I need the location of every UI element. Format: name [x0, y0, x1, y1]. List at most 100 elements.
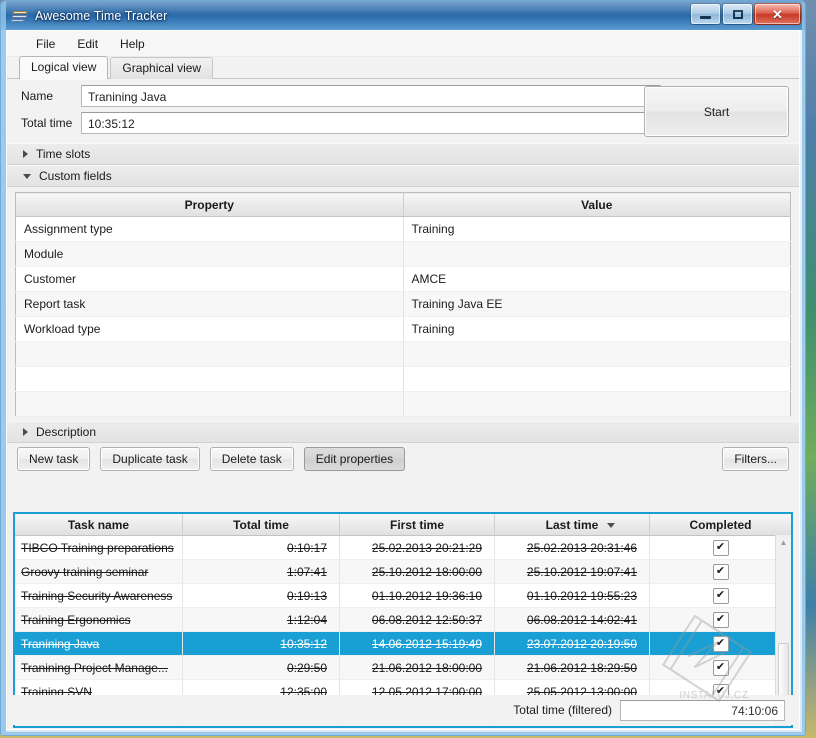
custom-fields-row[interactable]: Report task Training Java EE: [15, 291, 791, 317]
new-task-button[interactable]: New task: [17, 447, 91, 471]
cell-last-time: 06.08.2012 14:02:41: [495, 608, 650, 631]
cell-first-time: 14.06.2012 15:19:49: [340, 632, 495, 655]
name-input[interactable]: Tranining Java: [81, 85, 661, 107]
custom-field-value[interactable]: [403, 366, 791, 392]
duplicate-task-button[interactable]: Duplicate task: [100, 447, 200, 471]
cell-task-name: TIBCO Training preparations: [15, 536, 183, 559]
custom-fields-row[interactable]: Assignment type Training: [15, 216, 791, 242]
sort-descending-icon: [607, 523, 615, 528]
chevron-down-icon: [23, 173, 31, 179]
cell-completed: ✔: [650, 608, 791, 631]
edit-properties-button[interactable]: Edit properties: [303, 447, 406, 471]
custom-field-value[interactable]: AMCE: [403, 266, 791, 292]
delete-task-button[interactable]: Delete task: [209, 447, 294, 471]
cell-first-time: 25.02.2013 20:21:29: [340, 536, 495, 559]
client-area: File Edit Help Logical view Graphical vi…: [6, 30, 800, 730]
close-button[interactable]: ✕: [754, 3, 801, 25]
tab-graphical-view[interactable]: Graphical view: [110, 57, 214, 79]
custom-fields-row[interactable]: [15, 391, 791, 417]
start-button[interactable]: Start: [644, 86, 789, 137]
custom-fields-header-value[interactable]: Value: [403, 192, 791, 217]
cell-total-time: 1:12:04: [183, 608, 340, 631]
custom-field-value[interactable]: Training: [403, 316, 791, 342]
completed-checkbox[interactable]: ✔: [712, 635, 729, 652]
cell-first-time: 01.10.2012 19:36:10: [340, 584, 495, 607]
table-row[interactable]: TIBCO Training preparations 0:10:17 25.02.…: [15, 536, 791, 560]
custom-field-value[interactable]: [403, 241, 791, 267]
cell-task-name: Tranining Java: [15, 632, 183, 655]
section-custom-fields-label: Custom fields: [39, 169, 112, 183]
cell-completed: ✔: [650, 584, 791, 607]
total-time-input[interactable]: 10:35:12: [81, 112, 661, 134]
completed-checkbox[interactable]: ✔: [712, 563, 729, 580]
menu-item-file[interactable]: File: [25, 34, 66, 54]
tab-strip: Logical view Graphical view: [7, 56, 799, 79]
minimize-button[interactable]: [690, 3, 721, 25]
section-time-slots[interactable]: Time slots: [7, 143, 799, 165]
custom-field-property: Module: [15, 241, 404, 267]
section-description[interactable]: Description: [7, 421, 799, 443]
cell-total-time: 1:07:41: [183, 560, 340, 583]
task-grid-header-completed[interactable]: Completed: [650, 514, 791, 535]
custom-field-value[interactable]: Training: [403, 216, 791, 242]
menu-item-edit[interactable]: Edit: [66, 34, 109, 54]
completed-checkbox[interactable]: ✔: [712, 659, 729, 676]
cell-total-time: 0:10:17: [183, 536, 340, 559]
window-title: Awesome Time Tracker: [35, 8, 168, 23]
table-row[interactable]: Training Security Awareness 0:19:13 01.10.…: [15, 584, 791, 608]
task-grid-header-task-name[interactable]: Task name: [15, 514, 183, 535]
task-toolbar: New task Duplicate task Delete task Edit…: [7, 443, 799, 475]
task-grid-header-total-time[interactable]: Total time: [183, 514, 340, 535]
custom-fields-header-row: Property Value: [15, 192, 791, 217]
cell-total-time: 0:29:50: [183, 656, 340, 679]
cell-last-time: 21.06.2012 18:29:50: [495, 656, 650, 679]
custom-fields-row[interactable]: Workload type Training: [15, 316, 791, 342]
cell-completed: ✔: [650, 656, 791, 679]
maximize-icon: [732, 9, 743, 19]
section-time-slots-label: Time slots: [36, 147, 91, 161]
section-custom-fields[interactable]: Custom fields: [7, 165, 799, 187]
cell-last-time: 25.10.2012 19:07:41: [495, 560, 650, 583]
custom-fields-row[interactable]: Module: [15, 241, 791, 267]
cell-completed: ✔: [650, 536, 791, 559]
completed-checkbox[interactable]: ✔: [712, 587, 729, 604]
custom-field-property: [15, 341, 404, 367]
custom-field-value[interactable]: [403, 341, 791, 367]
section-description-label: Description: [36, 425, 97, 439]
custom-fields-header-property[interactable]: Property: [15, 192, 404, 217]
table-row[interactable]: Groovy training seminar 1:07:41 25.10.2012…: [15, 560, 791, 584]
table-row[interactable]: Training Ergonomics 1:12:04 06.08.2012 12:…: [15, 608, 791, 632]
maximize-button[interactable]: [722, 3, 753, 25]
custom-fields-panel: Property Value Assignment type Training Mo…: [7, 187, 799, 421]
custom-field-value[interactable]: Training Java EE: [403, 291, 791, 317]
scroll-up-icon[interactable]: ▲: [776, 535, 791, 550]
name-label: Name: [21, 89, 54, 103]
chevron-right-icon-description: [23, 428, 28, 436]
custom-fields-row[interactable]: [15, 341, 791, 367]
app-icon: [10, 9, 29, 23]
custom-fields-row[interactable]: [15, 366, 791, 392]
custom-fields-table: Property Value Assignment type Training Mo…: [15, 192, 791, 417]
custom-field-property: Workload type: [15, 316, 404, 342]
cell-completed: ✔: [650, 560, 791, 583]
title-bar[interactable]: Awesome Time Tracker ✕: [1, 1, 805, 30]
task-form: Name Tranining Java Total time 10:35:12 …: [7, 79, 799, 143]
status-bar: Total time (filtered) 74:10:06: [13, 695, 793, 725]
cell-first-time: 21.06.2012 18:00:00: [340, 656, 495, 679]
custom-field-property: Report task: [15, 291, 404, 317]
cell-first-time: 25.10.2012 18:00:00: [340, 560, 495, 583]
cell-task-name: Training Ergonomics: [15, 608, 183, 631]
filters-button[interactable]: Filters...: [722, 447, 789, 471]
custom-fields-row[interactable]: Customer AMCE: [15, 266, 791, 292]
completed-checkbox[interactable]: ✔: [712, 539, 729, 556]
table-row[interactable]: Tranining Project Manage... 0:29:50 21.06.…: [15, 656, 791, 680]
cell-total-time: 10:35:12: [183, 632, 340, 655]
task-grid-header-last-time[interactable]: Last time: [495, 514, 650, 535]
custom-field-value[interactable]: [403, 391, 791, 417]
completed-checkbox[interactable]: ✔: [712, 611, 729, 628]
task-grid-header-first-time[interactable]: First time: [340, 514, 495, 535]
menu-item-help[interactable]: Help: [109, 34, 156, 54]
table-row[interactable]: Tranining Java 10:35:12 14.06.2012 15:19:4…: [15, 632, 791, 656]
tab-logical-view[interactable]: Logical view: [19, 56, 109, 79]
cell-first-time: 06.08.2012 12:50:37: [340, 608, 495, 631]
